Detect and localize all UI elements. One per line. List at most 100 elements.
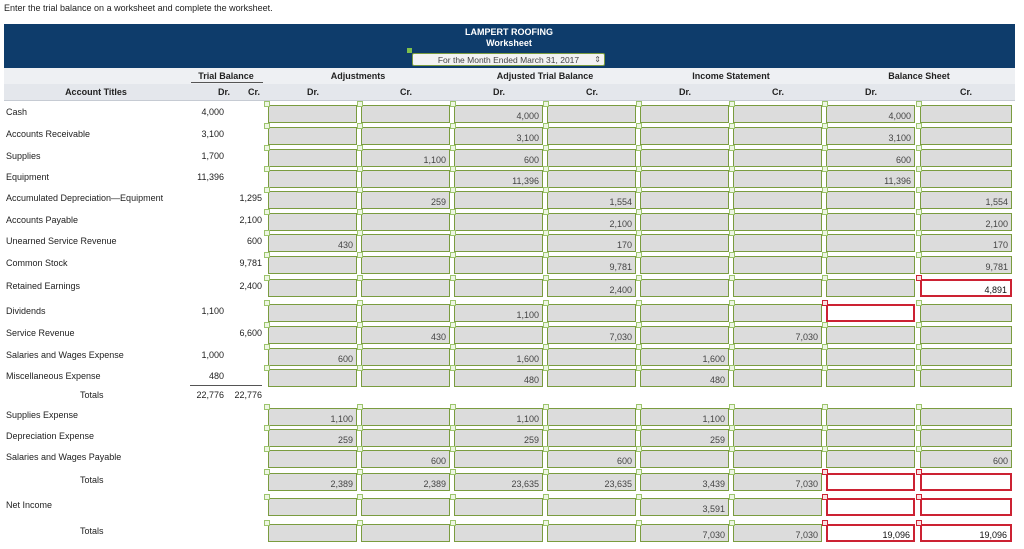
bs-cr-input[interactable] xyxy=(920,304,1012,322)
adj-cr-input[interactable]: 430 xyxy=(361,326,450,344)
is-dr-input[interactable]: 3,591 xyxy=(640,498,729,516)
adj-cr-input[interactable] xyxy=(361,429,450,447)
adj-dr-input[interactable] xyxy=(268,149,357,167)
is-cr-input[interactable] xyxy=(733,213,822,231)
bs-dr-input[interactable]: 600 xyxy=(826,149,915,167)
bs-dr-input[interactable]: 19,096 xyxy=(826,524,915,542)
bs-cr-input[interactable]: 4,891 xyxy=(920,279,1012,297)
bs-cr-input[interactable] xyxy=(920,326,1012,344)
adj-cr-input[interactable]: 1,100 xyxy=(361,149,450,167)
bs-dr-input[interactable] xyxy=(826,279,915,297)
is-cr-input[interactable] xyxy=(733,234,822,252)
atb-dr-input[interactable]: 23,635 xyxy=(454,473,543,491)
bs-cr-input[interactable] xyxy=(920,473,1012,491)
atb-dr-input[interactable] xyxy=(454,256,543,274)
atb-cr-input[interactable] xyxy=(547,524,636,542)
is-cr-input[interactable] xyxy=(733,127,822,145)
is-cr-input[interactable] xyxy=(733,498,822,516)
is-dr-input[interactable]: 259 xyxy=(640,429,729,447)
adj-cr-input[interactable] xyxy=(361,105,450,123)
atb-dr-input[interactable] xyxy=(454,213,543,231)
adj-cr-input[interactable] xyxy=(361,234,450,252)
is-cr-input[interactable]: 7,030 xyxy=(733,473,822,491)
atb-dr-input[interactable] xyxy=(454,279,543,297)
atb-cr-input[interactable]: 23,635 xyxy=(547,473,636,491)
is-cr-input[interactable] xyxy=(733,256,822,274)
atb-dr-input[interactable] xyxy=(454,191,543,209)
atb-cr-input[interactable]: 7,030 xyxy=(547,326,636,344)
is-cr-input[interactable] xyxy=(733,279,822,297)
atb-dr-input[interactable] xyxy=(454,326,543,344)
is-dr-input[interactable]: 480 xyxy=(640,369,729,387)
bs-dr-input[interactable] xyxy=(826,429,915,447)
bs-dr-input[interactable]: 4,000 xyxy=(826,105,915,123)
adj-cr-input[interactable]: 600 xyxy=(361,450,450,468)
atb-dr-input[interactable] xyxy=(454,524,543,542)
adj-dr-input[interactable]: 600 xyxy=(268,348,357,366)
adj-dr-input[interactable] xyxy=(268,170,357,188)
is-dr-input[interactable]: 1,600 xyxy=(640,348,729,366)
atb-dr-input[interactable] xyxy=(454,234,543,252)
atb-cr-input[interactable]: 2,400 xyxy=(547,279,636,297)
adj-dr-input[interactable] xyxy=(268,127,357,145)
atb-cr-input[interactable] xyxy=(547,429,636,447)
bs-cr-input[interactable] xyxy=(920,348,1012,366)
atb-cr-input[interactable]: 1,554 xyxy=(547,191,636,209)
is-dr-input[interactable] xyxy=(640,105,729,123)
adj-dr-input[interactable] xyxy=(268,498,357,516)
atb-cr-input[interactable] xyxy=(547,408,636,426)
bs-cr-input[interactable]: 9,781 xyxy=(920,256,1012,274)
adj-cr-input[interactable] xyxy=(361,127,450,145)
is-dr-input[interactable]: 3,439 xyxy=(640,473,729,491)
is-dr-input[interactable] xyxy=(640,279,729,297)
is-cr-input[interactable] xyxy=(733,191,822,209)
adj-dr-input[interactable] xyxy=(268,450,357,468)
bs-dr-input[interactable] xyxy=(826,256,915,274)
adj-dr-input[interactable]: 1,100 xyxy=(268,408,357,426)
bs-cr-input[interactable] xyxy=(920,105,1012,123)
bs-cr-input[interactable]: 2,100 xyxy=(920,213,1012,231)
adj-dr-input[interactable] xyxy=(268,191,357,209)
adj-cr-input[interactable] xyxy=(361,348,450,366)
bs-cr-input[interactable] xyxy=(920,369,1012,387)
bs-cr-input[interactable] xyxy=(920,170,1012,188)
bs-cr-input[interactable]: 170 xyxy=(920,234,1012,252)
adj-cr-input[interactable] xyxy=(361,524,450,542)
atb-dr-input[interactable] xyxy=(454,450,543,468)
bs-cr-input[interactable] xyxy=(920,429,1012,447)
adj-dr-input[interactable] xyxy=(268,524,357,542)
is-dr-input[interactable] xyxy=(640,326,729,344)
atb-cr-input[interactable] xyxy=(547,149,636,167)
bs-cr-input[interactable] xyxy=(920,127,1012,145)
is-dr-input[interactable] xyxy=(640,304,729,322)
atb-dr-input[interactable]: 1,600 xyxy=(454,348,543,366)
adj-cr-input[interactable]: 259 xyxy=(361,191,450,209)
bs-dr-input[interactable]: 3,100 xyxy=(826,127,915,145)
adj-dr-input[interactable]: 430 xyxy=(268,234,357,252)
is-dr-input[interactable] xyxy=(640,149,729,167)
adj-cr-input[interactable] xyxy=(361,170,450,188)
atb-cr-input[interactable] xyxy=(547,369,636,387)
bs-dr-input[interactable]: 11,396 xyxy=(826,170,915,188)
adj-cr-input[interactable] xyxy=(361,369,450,387)
bs-dr-input[interactable] xyxy=(826,473,915,491)
atb-dr-input[interactable]: 3,100 xyxy=(454,127,543,145)
adj-dr-input[interactable] xyxy=(268,279,357,297)
is-dr-input[interactable] xyxy=(640,170,729,188)
adj-cr-input[interactable] xyxy=(361,256,450,274)
atb-cr-input[interactable] xyxy=(547,348,636,366)
bs-cr-input[interactable] xyxy=(920,408,1012,426)
adj-cr-input[interactable] xyxy=(361,408,450,426)
is-dr-input[interactable] xyxy=(640,450,729,468)
atb-dr-input[interactable]: 480 xyxy=(454,369,543,387)
atb-dr-input[interactable]: 4,000 xyxy=(454,105,543,123)
atb-cr-input[interactable] xyxy=(547,304,636,322)
period-select[interactable]: For the Month Ended March 31, 2017 ⇕ xyxy=(412,53,605,66)
is-dr-input[interactable] xyxy=(640,213,729,231)
is-cr-input[interactable] xyxy=(733,348,822,366)
bs-cr-input[interactable] xyxy=(920,498,1012,516)
is-cr-input[interactable]: 7,030 xyxy=(733,524,822,542)
bs-cr-input[interactable]: 600 xyxy=(920,450,1012,468)
adj-cr-input[interactable] xyxy=(361,498,450,516)
bs-cr-input[interactable] xyxy=(920,149,1012,167)
